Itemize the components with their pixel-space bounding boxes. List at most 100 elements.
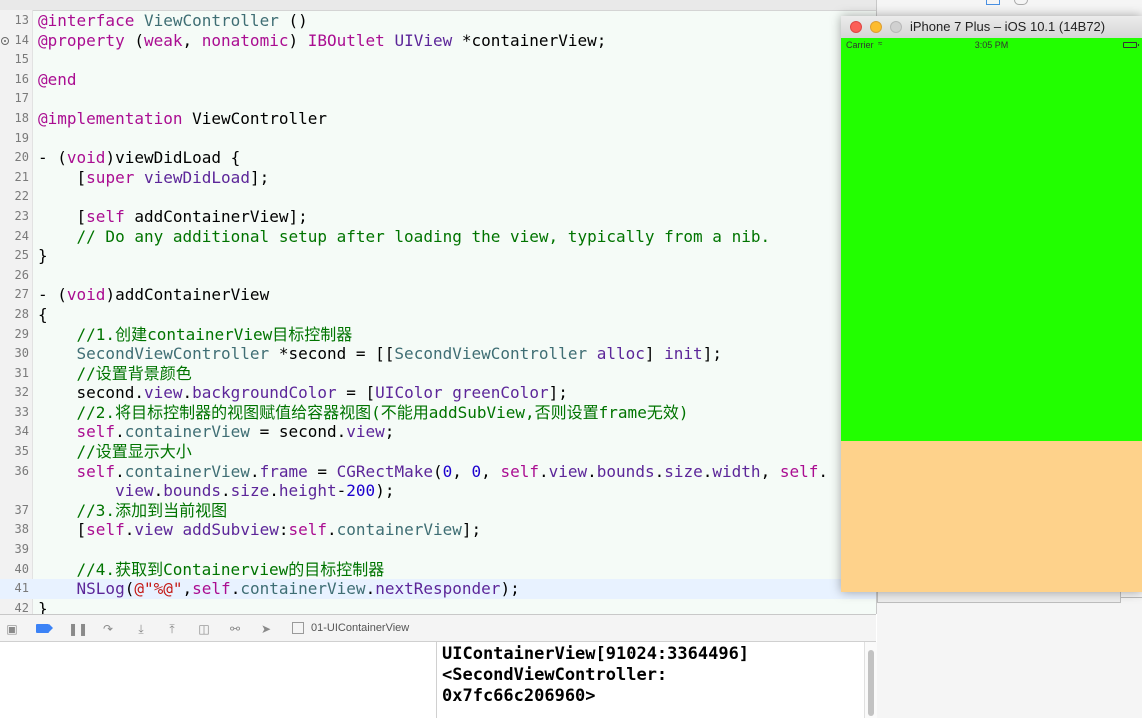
line-number: 19 bbox=[14, 130, 29, 145]
line-number: 24 bbox=[14, 228, 29, 243]
code-editor[interactable]: 13 @interface ViewController () 14 @propert… bbox=[0, 0, 877, 614]
line-number: 33 bbox=[14, 404, 29, 419]
code-text[interactable]: @end bbox=[38, 70, 77, 90]
target-label[interactable]: 01-UIContainerView bbox=[311, 622, 409, 634]
code-line[interactable]: 24 // Do any additional setup after load… bbox=[0, 227, 876, 247]
line-number: 14 bbox=[14, 32, 29, 47]
code-line[interactable]: 19 bbox=[0, 129, 876, 149]
code-line[interactable]: view.bounds.size.height-200); bbox=[0, 481, 876, 501]
hide-debug-area-icon[interactable]: ▣ bbox=[5, 622, 19, 636]
code-line[interactable]: 39 bbox=[0, 540, 876, 560]
code-text[interactable]: //4.获取到Containerview的目标控制器 bbox=[38, 560, 385, 580]
code-line[interactable]: 37 //3.添加到当前视图 bbox=[0, 501, 876, 521]
status-time: 3:05 PM bbox=[974, 40, 1009, 50]
code-line[interactable]: 42} bbox=[0, 599, 876, 614]
line-number: 27 bbox=[14, 287, 29, 302]
code-line[interactable]: 30 SecondViewController *second = [[Seco… bbox=[0, 344, 876, 364]
code-text[interactable]: second.view.backgroundColor = [UIColor g… bbox=[38, 383, 568, 403]
code-text[interactable]: NSLog(@"%@",self.containerView.nextRespo… bbox=[38, 579, 520, 599]
code-text[interactable]: //1.创建containerView目标控制器 bbox=[38, 325, 353, 345]
code-line[interactable]: 26 bbox=[0, 266, 876, 286]
code-line[interactable]: 40 //4.获取到Containerview的目标控制器 bbox=[0, 560, 876, 580]
simulator-title-bar[interactable]: iPhone 7 Plus – iOS 10.1 (14B72) bbox=[841, 16, 1142, 39]
line-number: 30 bbox=[14, 346, 29, 361]
line-number: 35 bbox=[14, 444, 29, 459]
pause-icon[interactable]: ❚❚ bbox=[68, 622, 88, 636]
code-line[interactable]: 21 [super viewDidLoad]; bbox=[0, 168, 876, 188]
line-number: 23 bbox=[14, 208, 29, 223]
console-scroll-thumb[interactable] bbox=[868, 650, 874, 716]
code-text[interactable]: [self addContainerView]; bbox=[38, 207, 308, 227]
container-view[interactable] bbox=[841, 38, 1142, 441]
zoom-button[interactable] bbox=[890, 21, 902, 33]
code-text[interactable]: //设置显示大小 bbox=[38, 442, 192, 462]
line-number: 37 bbox=[14, 502, 29, 517]
jump-bar[interactable] bbox=[0, 0, 876, 11]
line-number: 16 bbox=[14, 71, 29, 86]
step-into-icon[interactable]: ⤓ bbox=[134, 622, 148, 636]
code-text[interactable]: @interface ViewController () bbox=[38, 11, 308, 31]
code-text[interactable]: [super viewDidLoad]; bbox=[38, 168, 270, 188]
simulator-window: iPhone 7 Plus – iOS 10.1 (14B72) Carrier… bbox=[841, 16, 1142, 592]
code-text[interactable]: //设置背景颜色 bbox=[38, 364, 192, 384]
code-text[interactable]: } bbox=[38, 246, 48, 266]
code-text[interactable]: - (void)addContainerView bbox=[38, 285, 269, 305]
variables-view[interactable] bbox=[0, 642, 437, 718]
step-out-icon[interactable]: ⤒ bbox=[165, 622, 179, 636]
code-line[interactable]: 22 bbox=[0, 187, 876, 207]
line-number: 29 bbox=[14, 326, 29, 341]
line-number: 40 bbox=[14, 561, 29, 576]
code-line[interactable]: 38 [self.view addSubview:self.containerV… bbox=[0, 520, 876, 540]
console-scrollbar[interactable] bbox=[864, 642, 877, 718]
file-inspector-icon[interactable] bbox=[986, 0, 1000, 5]
code-line[interactable]: 41 NSLog(@"%@",self.containerView.nextRe… bbox=[0, 579, 876, 599]
line-number: 17 bbox=[14, 91, 29, 106]
view-hierarchy-icon[interactable]: ◫ bbox=[197, 622, 211, 636]
simulate-location-icon[interactable]: ➤ bbox=[259, 622, 273, 636]
code-line[interactable]: 15 bbox=[0, 50, 876, 70]
code-line[interactable]: 20 - (void)viewDidLoad { bbox=[0, 148, 876, 168]
breakpoints-toggle-button[interactable] bbox=[36, 624, 53, 633]
code-line[interactable]: 29 //1.创建containerView目标控制器 bbox=[0, 325, 876, 345]
code-text[interactable]: view.bounds.size.height-200); bbox=[38, 481, 394, 501]
code-line[interactable]: 17 bbox=[0, 89, 876, 109]
code-line[interactable]: 31 //设置背景颜色 bbox=[0, 364, 876, 384]
line-number: 42 bbox=[14, 600, 29, 614]
code-text[interactable]: - (void)viewDidLoad { bbox=[38, 148, 240, 168]
code-line[interactable]: 23 [self addContainerView]; bbox=[0, 207, 876, 227]
memory-graph-icon[interactable]: ⚯ bbox=[228, 622, 242, 636]
line-number: 22 bbox=[14, 189, 29, 204]
code-line[interactable]: 32 second.view.backgroundColor = [UIColo… bbox=[0, 383, 876, 403]
code-text[interactable]: [self.view addSubview:self.containerView… bbox=[38, 520, 482, 540]
code-text[interactable]: // Do any additional setup after loading… bbox=[38, 227, 771, 247]
code-line[interactable]: 28 { bbox=[0, 305, 876, 325]
code-line[interactable]: 13 @interface ViewController () bbox=[0, 11, 876, 31]
code-line[interactable]: 35 //设置显示大小 bbox=[0, 442, 876, 462]
line-number: 26 bbox=[14, 267, 29, 282]
code-line[interactable]: 14 @property (weak, nonatomic) IBOutlet U… bbox=[0, 31, 876, 51]
code-line[interactable]: 18 @implementation ViewController bbox=[0, 109, 876, 129]
code-line[interactable]: 33 //2.将目标控制器的视图赋值给容器视图(不能用addSubView,否则… bbox=[0, 403, 876, 423]
source-code[interactable]: 13 @interface ViewController () 14 @propert… bbox=[0, 11, 876, 614]
code-text[interactable]: } bbox=[38, 599, 48, 614]
code-text[interactable]: //2.将目标控制器的视图赋值给容器视图(不能用addSubView,否则设置f… bbox=[38, 403, 689, 423]
close-button[interactable] bbox=[850, 21, 862, 33]
code-text[interactable]: SecondViewController *second = [[SecondV… bbox=[38, 344, 722, 364]
line-number: 32 bbox=[14, 385, 29, 400]
console-log-text: UIContainerView[91024:3364496] <SecondVi… bbox=[442, 644, 750, 706]
code-line[interactable]: 16 @end bbox=[0, 70, 876, 90]
code-text[interactable]: //3.添加到当前视图 bbox=[38, 501, 228, 521]
code-line[interactable]: 27 - (void)addContainerView bbox=[0, 285, 876, 305]
simulator-screen[interactable]: Carrier ≈ 3:05 PM bbox=[841, 38, 1142, 592]
code-line[interactable]: 36 self.containerView.frame = CGRectMake… bbox=[0, 462, 876, 482]
code-text[interactable]: self.containerView.frame = CGRectMake(0,… bbox=[38, 462, 828, 482]
code-text[interactable]: @implementation ViewController bbox=[38, 109, 327, 129]
console-output[interactable]: UIContainerView[91024:3364496] <SecondVi… bbox=[437, 642, 864, 718]
code-text[interactable]: { bbox=[38, 305, 48, 325]
minimize-button[interactable] bbox=[870, 21, 882, 33]
code-text[interactable]: @property (weak, nonatomic) IBOutlet UIV… bbox=[38, 31, 606, 51]
step-over-icon[interactable]: ↷ bbox=[101, 622, 115, 636]
code-text[interactable]: self.containerView = second.view; bbox=[38, 422, 395, 442]
code-line[interactable]: 25} bbox=[0, 246, 876, 266]
code-line[interactable]: 34 self.containerView = second.view; bbox=[0, 422, 876, 442]
